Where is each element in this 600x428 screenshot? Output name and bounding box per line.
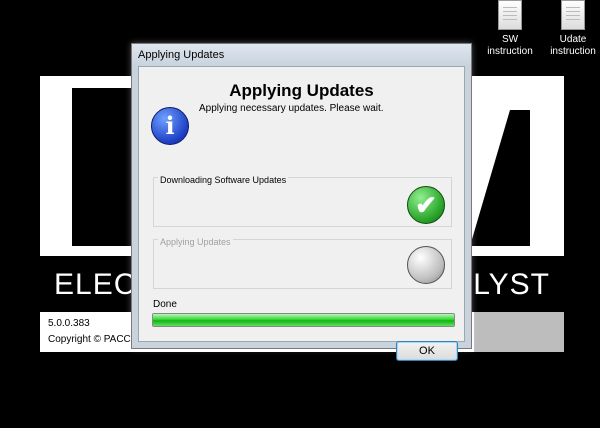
info-icon: i [151, 107, 189, 145]
splash-tagline-left: ELEC [54, 268, 137, 301]
document-icon [498, 0, 522, 30]
pending-status-icon [407, 246, 445, 284]
dialog-header-title: Applying Updates [229, 81, 374, 100]
ok-button[interactable]: OK [396, 341, 458, 361]
step-label: Downloading Software Updates [158, 175, 289, 185]
applying-updates-dialog: Applying Updates Applying Updates Applyi… [131, 43, 472, 361]
splash-tagline-right: LYST [473, 268, 550, 301]
document-icon [561, 0, 585, 30]
step-applying-updates: Applying Updates [153, 237, 452, 289]
step-downloading-updates: Downloading Software Updates ✔ [153, 175, 452, 227]
dialog-header-subtitle: Applying necessary updates. Please wait. [199, 103, 384, 114]
dialog-titlebar[interactable]: Applying Updates [132, 44, 471, 66]
progress-bar-fill [153, 314, 454, 326]
desktop-icon-label: instruction [487, 46, 533, 57]
checkmark-icon: ✔ [407, 186, 445, 224]
desktop-icon-sw-instruction[interactable]: SW instruction [480, 0, 540, 58]
dialog-client-area: Applying Updates Applying necessary upda… [138, 66, 465, 361]
desktop-icon-update-instruction[interactable]: Udate instruction [543, 0, 600, 58]
progress-bar [152, 313, 455, 327]
desktop-icon-label: instruction [550, 46, 596, 57]
step-label: Applying Updates [158, 237, 233, 247]
desktop-icon-label: SW [501, 34, 519, 45]
desktop-icon-label: Udate [559, 34, 587, 45]
progress-label: Done [153, 299, 177, 310]
splash-logo-shape [470, 110, 530, 246]
